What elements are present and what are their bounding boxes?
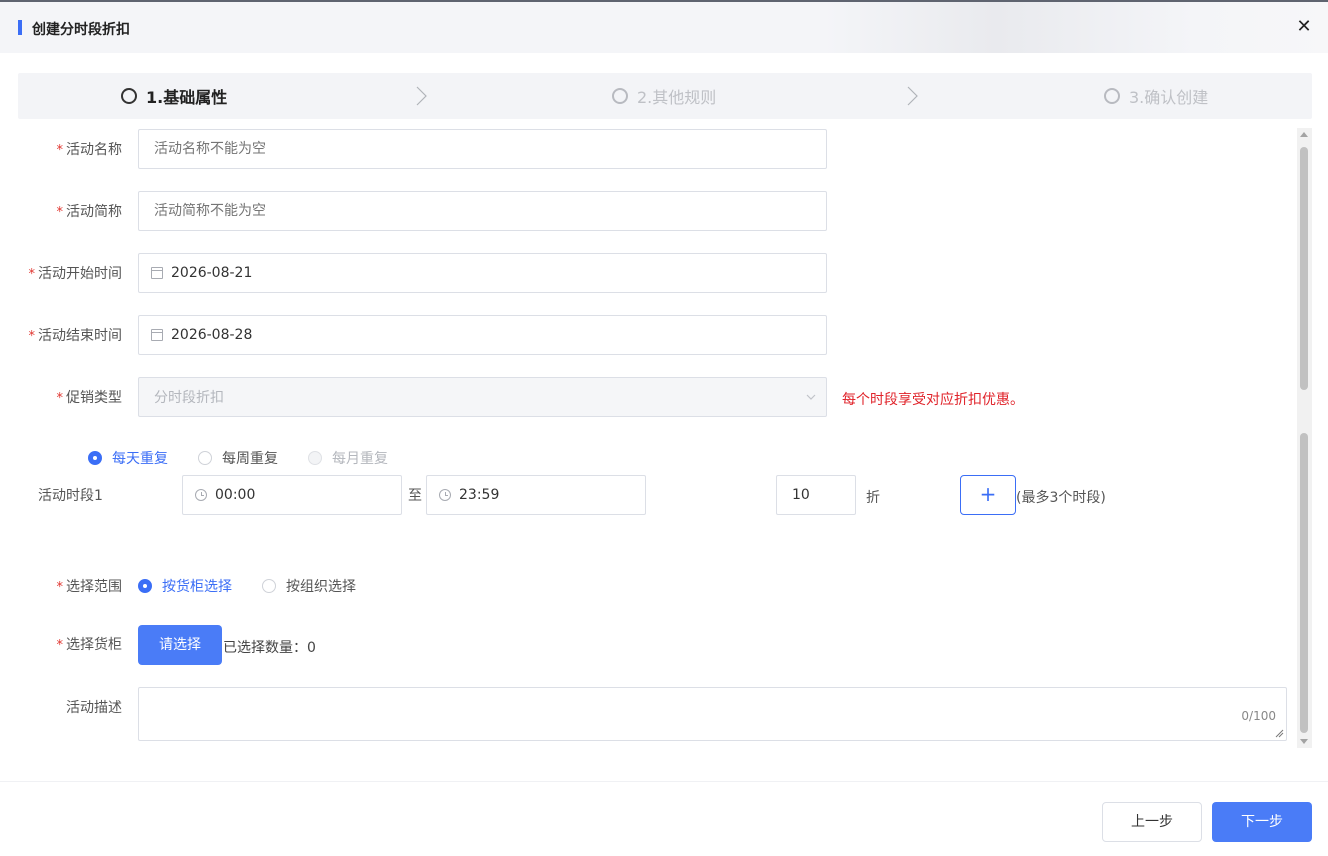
discount-value: 10: [792, 487, 810, 503]
chevron-right-icon: [416, 86, 427, 106]
period-label: 活动时段1: [38, 488, 103, 504]
chevron-down-icon: [806, 394, 816, 400]
resize-grip-icon[interactable]: [1274, 728, 1284, 738]
required-mark: *: [56, 205, 64, 220]
create-discount-dialog: 创建分时段折扣 ✕ 1.基础属性 2.其他规则 3.确认创建 *活动名称 *活动…: [0, 0, 1328, 856]
close-icon[interactable]: ✕: [1295, 18, 1313, 36]
radio-daily-repeat[interactable]: 每天重复: [88, 448, 168, 468]
discount-unit: 折: [866, 490, 880, 506]
cabinet-label: * 选择货柜: [56, 637, 123, 653]
end-time-label: * 活动结束时间: [28, 328, 123, 344]
radio-label: 每月重复: [332, 451, 388, 467]
radio-by-organization[interactable]: 按组织选择: [262, 576, 356, 596]
end-date-value: 2026-08-28: [171, 327, 253, 343]
scroll-up-icon[interactable]: [1300, 132, 1308, 137]
scrollbar-thumb[interactable]: [1300, 147, 1308, 390]
radio-label: 每天重复: [112, 451, 168, 467]
start-date-picker[interactable]: 2026-08-21: [138, 253, 827, 293]
radio-label: 每周重复: [222, 451, 278, 467]
dialog-header: 创建分时段折扣 ✕: [0, 2, 1328, 53]
prev-step-button[interactable]: 上一步: [1102, 802, 1202, 842]
steps-bar: 1.基础属性 2.其他规则 3.确认创建: [18, 73, 1312, 119]
period-end-time-picker[interactable]: 23:59: [426, 475, 646, 515]
description-label: 活动描述: [66, 700, 122, 716]
activity-name-label: * 活动名称: [56, 142, 123, 158]
required-mark: *: [56, 580, 64, 595]
next-step-button[interactable]: 下一步: [1212, 802, 1312, 842]
step-circle-icon: [121, 88, 137, 104]
radio-dot: [198, 451, 212, 465]
activity-name-input[interactable]: [138, 129, 827, 169]
radio-by-cabinet[interactable]: 按货柜选择: [138, 576, 232, 596]
period-start-value: 00:00: [215, 487, 256, 503]
period-separator: 至: [408, 488, 422, 504]
footer-divider: [0, 781, 1328, 782]
required-mark: *: [56, 638, 64, 653]
step-circle-icon: [1104, 88, 1120, 104]
selected-count: 已选择数量：0: [223, 640, 316, 656]
required-mark: *: [56, 143, 64, 158]
promo-type-select: 分时段折扣: [138, 377, 827, 417]
clock-icon: [439, 489, 451, 501]
required-mark: *: [28, 267, 36, 282]
scope-label: * 选择范围: [56, 579, 123, 595]
max-periods-hint: (最多3个时段): [1016, 490, 1106, 506]
step-label: 3.确认创建: [1129, 88, 1209, 107]
scroll-down-icon[interactable]: [1300, 739, 1308, 744]
calendar-icon: [151, 329, 163, 341]
required-mark: *: [28, 329, 36, 344]
radio-dot: [262, 579, 276, 593]
chevron-right-icon: [907, 86, 918, 106]
step-circle-icon: [612, 88, 628, 104]
radio-weekly-repeat[interactable]: 每周重复: [198, 448, 278, 468]
radio-label: 按组织选择: [286, 579, 356, 595]
required-mark: *: [56, 391, 64, 406]
activity-short-input[interactable]: [138, 191, 827, 231]
radio-dot: [138, 579, 152, 593]
add-period-button[interactable]: +: [960, 475, 1016, 515]
activity-short-label: * 活动简称: [56, 204, 123, 220]
step-basic[interactable]: 1.基础属性: [121, 73, 227, 119]
radio-dot: [308, 451, 322, 465]
start-time-label: * 活动开始时间: [28, 266, 123, 282]
discount-input[interactable]: 10: [776, 475, 856, 515]
dialog-title: 创建分时段折扣: [32, 22, 130, 38]
step-confirm[interactable]: 3.确认创建: [1104, 73, 1208, 119]
radio-monthly-repeat: 每月重复: [308, 448, 388, 468]
radio-dot: [88, 451, 102, 465]
char-counter: 0/100: [1241, 709, 1276, 723]
scrollbar-thumb[interactable]: [1300, 433, 1308, 733]
step-other-rules[interactable]: 2.其他规则: [612, 73, 716, 119]
period-start-time-picker[interactable]: 00:00: [182, 475, 402, 515]
description-textarea[interactable]: 0/100: [138, 687, 1287, 741]
radio-label: 按货柜选择: [162, 579, 232, 595]
start-date-value: 2026-08-21: [171, 265, 253, 281]
period-end-value: 23:59: [459, 487, 500, 503]
clock-icon: [195, 489, 207, 501]
promo-type-hint: 每个时段享受对应折扣优惠。: [842, 392, 1024, 408]
end-date-picker[interactable]: 2026-08-28: [138, 315, 827, 355]
select-cabinet-button[interactable]: 请选择: [138, 625, 222, 665]
promo-type-value: 分时段折扣: [154, 390, 224, 406]
calendar-icon: [151, 267, 163, 279]
step-label: 2.其他规则: [637, 88, 717, 107]
promo-type-label: * 促销类型: [56, 390, 123, 406]
title-accent-bar: [18, 20, 22, 35]
step-label: 1.基础属性: [146, 88, 228, 107]
form-scrollbar[interactable]: [1297, 128, 1312, 748]
